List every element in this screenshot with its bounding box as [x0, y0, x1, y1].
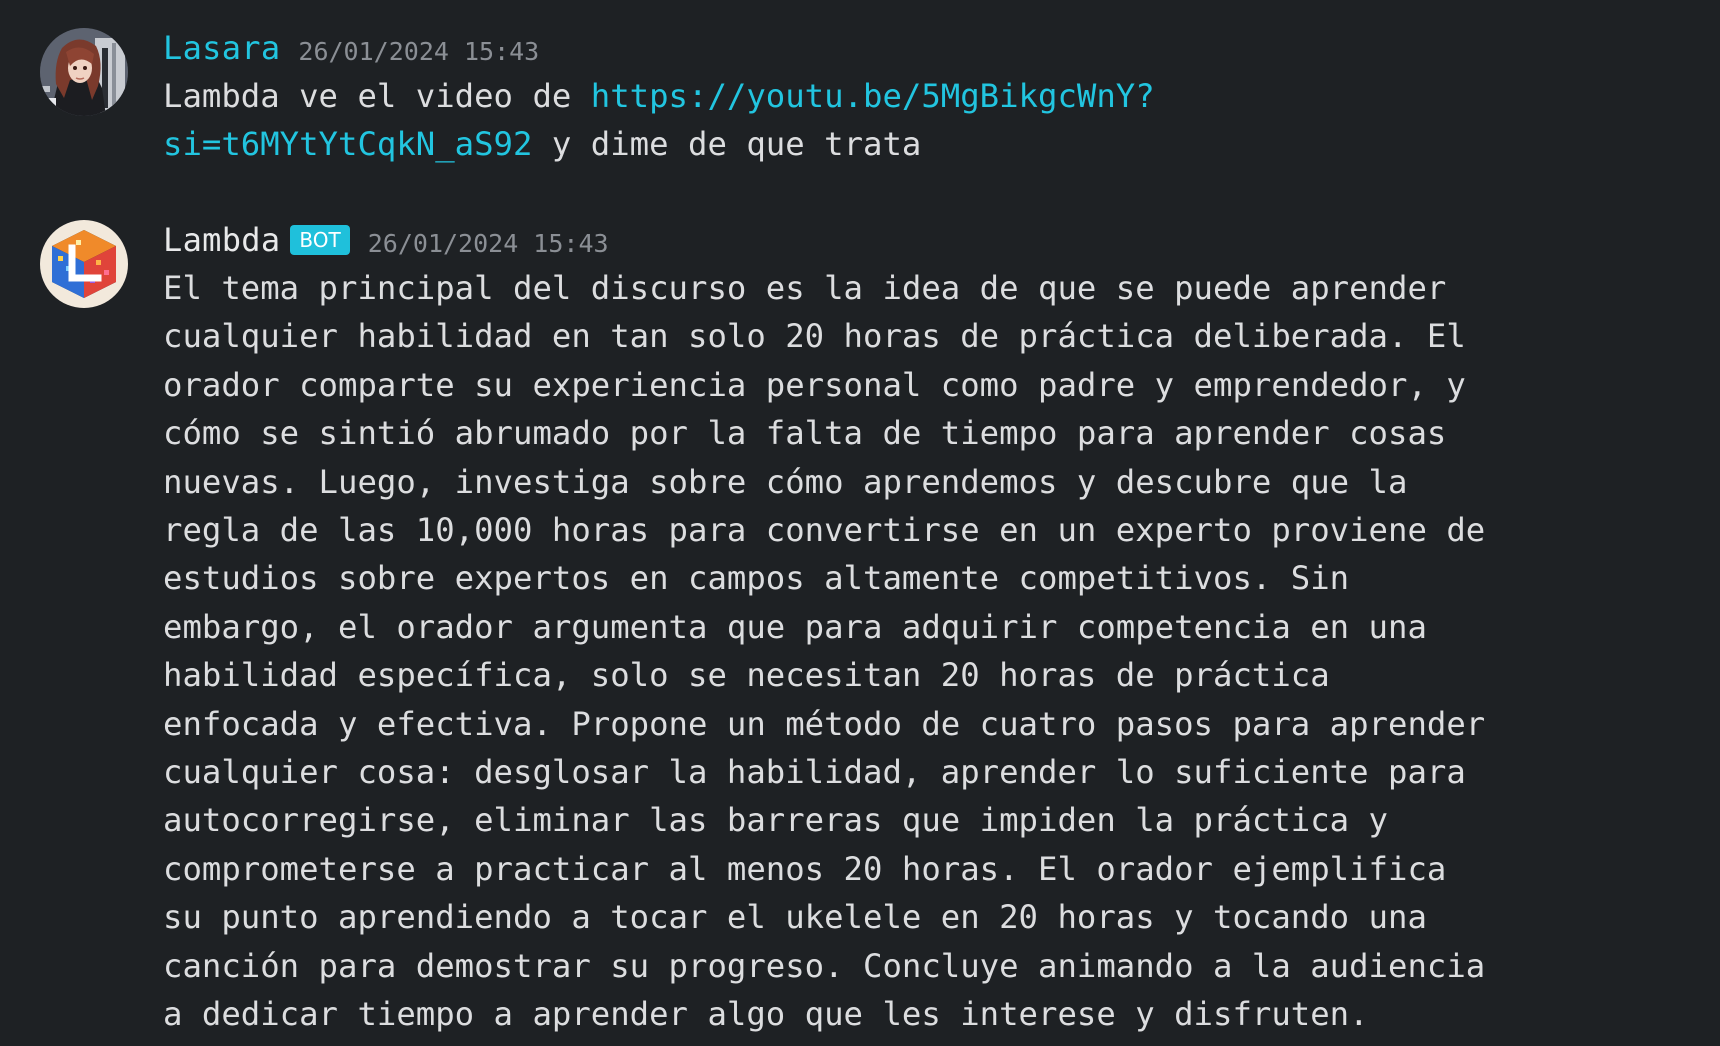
message-line: comprometerse a practicar al menos 20 ho… — [163, 849, 1447, 888]
message-line: habilidad específica, solo se necesitan … — [163, 656, 1330, 695]
message-line: su punto aprendiendo a tocar el ukelele … — [163, 898, 1427, 937]
message-header: Lasara 26/01/2024 15:43 — [163, 28, 1683, 68]
message-line: estudios sobre expertos en campos altame… — [163, 559, 1350, 598]
message-line: El tema principal del discurso es la ide… — [163, 269, 1447, 307]
message-timestamp: 26/01/2024 15:43 — [298, 36, 540, 66]
anime-character-avatar-icon — [40, 28, 128, 116]
message-text-after: y dime de que trata — [532, 125, 922, 164]
bot-badge: BOT — [290, 225, 350, 255]
user-avatar[interactable] — [40, 28, 128, 116]
message-line: cualquier habilidad en tan solo 20 horas… — [163, 317, 1466, 356]
message-line: regla de las 10,000 horas para convertir… — [163, 511, 1486, 550]
message-text: El tema principal del discurso es la ide… — [163, 264, 1683, 1039]
message-line: a dedicar tiempo a aprender algo que les… — [163, 995, 1369, 1034]
message-text: Lambda ve el video de https://youtu.be/5… — [163, 72, 1683, 169]
message-line: nuevas. Luego, investiga sobre cómo apre… — [163, 462, 1408, 501]
message-line: cómo se sintió abrumado por la falta de … — [163, 414, 1447, 453]
author-name[interactable]: Lasara — [163, 29, 280, 67]
message-line: canción para demostrar su progreso. Conc… — [163, 946, 1486, 985]
message-text-before: Lambda ve el video de — [163, 77, 591, 115]
author-name[interactable]: Lambda — [163, 221, 280, 259]
youtube-link-part1[interactable]: https://youtu.be/5MgBikgcWnY? — [591, 77, 1155, 115]
message-line: enfocada y efectiva. Propone un método d… — [163, 704, 1486, 743]
message-line: embargo, el orador argumenta que para ad… — [163, 607, 1427, 646]
message-line: orador comparte su experiencia personal … — [163, 365, 1466, 404]
message-line: autocorregirse, eliminar las barreras qu… — [163, 801, 1388, 840]
youtube-link-part2[interactable]: si=t6MYtYtCqkN_aS92 — [163, 125, 532, 163]
message-timestamp: 26/01/2024 15:43 — [367, 228, 609, 258]
message-header: Lambda BOT 26/01/2024 15:43 — [163, 220, 1683, 260]
message-content: Lambda BOT 26/01/2024 15:43 El tema prin… — [163, 220, 1683, 1039]
lambda-cube-logo-icon — [40, 220, 128, 308]
bot-avatar[interactable] — [40, 220, 128, 308]
message-content: Lasara 26/01/2024 15:43 Lambda ve el vid… — [163, 28, 1683, 169]
message-line: cualquier cosa: desglosar la habilidad, … — [163, 753, 1466, 792]
